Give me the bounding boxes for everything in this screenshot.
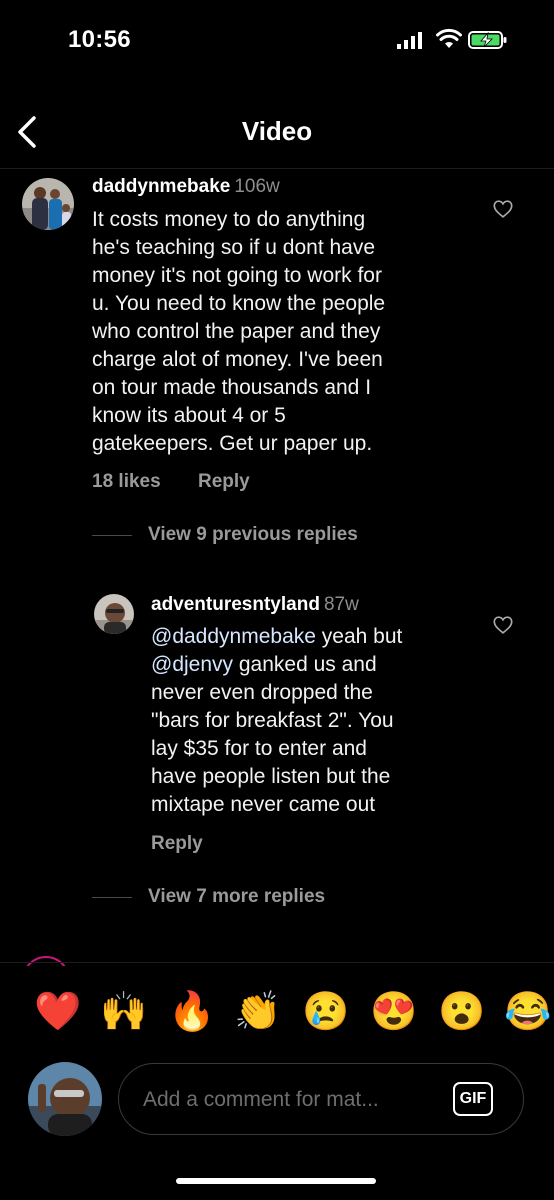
comment-composer: GIF (118, 1063, 524, 1135)
reply-body: @daddynmebake yeah but @djenvy ganked us… (151, 623, 471, 819)
replies-divider (92, 535, 132, 536)
header-divider (0, 168, 554, 169)
reply-like-heart-icon[interactable] (492, 614, 514, 636)
comment-line: It costs money to do anything (92, 208, 366, 231)
emoji-raised-hands-button[interactable]: 🙌 (100, 990, 147, 1034)
commenter-avatar[interactable] (22, 178, 74, 230)
comment-age: 106w (234, 176, 280, 197)
emoji-clapping-button[interactable]: 👏 (234, 990, 281, 1034)
comment-line: gatekeepers. Get ur paper up. (92, 432, 373, 455)
reply-reply-button[interactable]: Reply (151, 833, 203, 855)
comment-input[interactable] (141, 1084, 430, 1116)
comment-line: u. You need to know the people (92, 292, 386, 315)
mention-link[interactable]: @daddynmebake (151, 625, 316, 648)
status-time: 10:56 (68, 26, 131, 53)
home-indicator (176, 1178, 376, 1184)
emoji-fire-button[interactable]: 🔥 (168, 990, 215, 1034)
reply-line: @daddynmebake yeah but (151, 623, 471, 651)
like-heart-icon[interactable] (492, 198, 514, 220)
gif-button[interactable]: GIF (453, 1082, 493, 1116)
reply-line: have people listen but the (151, 765, 391, 788)
reply-line: "bars for breakfast 2". You (151, 709, 394, 732)
reply-line: mixtape never came out (151, 793, 376, 816)
mention-link[interactable]: @djenvy (151, 653, 233, 676)
comment-body: It costs money to do anything he's teach… (92, 206, 472, 458)
reply-age: 87w (323, 594, 359, 615)
emoji-surprised-button[interactable]: 😮 (438, 990, 485, 1034)
emoji-heart-eyes-button[interactable]: 😍 (370, 990, 417, 1034)
reply-line: never even dropped the (151, 681, 373, 704)
cellular-signal-icon (397, 32, 422, 49)
emoji-crying-button[interactable]: 😢 (302, 990, 349, 1034)
comment-line: know its about 4 or 5 (92, 404, 286, 427)
emoji-laughing-button[interactable]: 😂 (504, 990, 551, 1034)
comment-line: who control the paper and they (92, 320, 381, 343)
reply-line-text: yeah but (315, 625, 403, 648)
reply-line-text: ganked us and (233, 653, 377, 676)
composer-divider (0, 962, 554, 963)
battery-charging-icon (468, 31, 507, 49)
reply-line: lay $35 for to enter and (151, 737, 367, 760)
replies-divider (92, 897, 132, 898)
comment-line: on tour made thousands and I (92, 376, 372, 399)
reply-avatar[interactable] (94, 594, 134, 634)
comment-line: he's teaching so if u dont have (92, 236, 376, 259)
comment-username[interactable]: daddynmebake (92, 176, 230, 197)
page-title: Video (241, 116, 313, 146)
user-avatar[interactable] (28, 1062, 102, 1136)
reply-line: @djenvy ganked us and (151, 651, 471, 679)
comment-line: money it's not going to work for (92, 264, 382, 287)
view-more-replies[interactable]: View 7 more replies (148, 886, 325, 908)
wifi-icon (436, 28, 462, 48)
comment-header: daddynmebake 106w (92, 176, 280, 198)
reply-username[interactable]: adventuresntyland (151, 594, 320, 615)
emoji-heart-button[interactable]: ❤️ (34, 990, 81, 1034)
next-comment-avatar (22, 956, 72, 966)
like-count[interactable]: 18 likes (92, 471, 161, 493)
comment-line: charge alot of money. I've been (92, 348, 383, 371)
reply-header: adventuresntyland 87w (151, 594, 359, 616)
view-previous-replies[interactable]: View 9 previous replies (148, 524, 358, 546)
reply-button[interactable]: Reply (198, 471, 250, 493)
